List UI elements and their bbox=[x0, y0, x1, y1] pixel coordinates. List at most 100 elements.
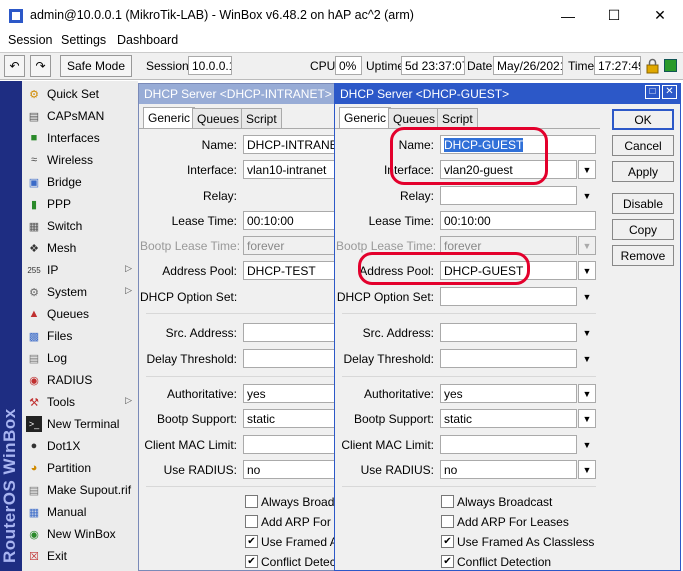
win1-add-arp-checkbox[interactable] bbox=[245, 515, 258, 528]
win2-tab-generic[interactable]: Generic bbox=[339, 107, 392, 129]
redo-button[interactable]: ↷ bbox=[30, 55, 51, 77]
minimize-button[interactable]: — bbox=[545, 0, 591, 31]
win2-lease-time-field[interactable]: 00:10:00 bbox=[440, 211, 596, 230]
switch-icon: ▦ bbox=[28, 220, 40, 233]
sidebar-item-system[interactable]: ⚙ System ▷ bbox=[22, 281, 138, 303]
win2-client-mac-limit-dropdown[interactable]: ▼ bbox=[578, 435, 596, 454]
win2-relay-field[interactable] bbox=[440, 186, 577, 205]
date-label: Date: bbox=[467, 59, 496, 73]
session-label: Session: bbox=[146, 59, 193, 73]
win2-always-broadcast-checkbox[interactable] bbox=[441, 495, 454, 508]
sidebar-item-new-winbox[interactable]: ◉ New WinBox bbox=[22, 523, 138, 545]
win2-relay-dropdown[interactable]: ▼ bbox=[578, 186, 596, 205]
lock-icon bbox=[646, 58, 659, 74]
sidebar-item-partition[interactable]: ◕ Partition bbox=[22, 457, 138, 479]
win2-authoritative-dropdown[interactable]: ▼ bbox=[578, 384, 596, 403]
win2-delay-threshold-dropdown[interactable]: ▼ bbox=[578, 349, 596, 368]
sidebar-item-dot1x[interactable]: ● Dot1X bbox=[22, 435, 138, 457]
sidebar-item-queues[interactable]: ▲ Queues bbox=[22, 303, 138, 325]
win2-restore-button[interactable]: □ bbox=[645, 85, 660, 99]
disable-button[interactable]: Disable bbox=[612, 193, 674, 214]
win1-client-mac-limit-field[interactable] bbox=[243, 435, 335, 454]
cancel-button[interactable]: Cancel bbox=[612, 135, 674, 156]
win2-framed-classless-checkbox[interactable]: ✔ bbox=[441, 535, 454, 548]
win2-address-pool-dropdown[interactable]: ▼ bbox=[578, 261, 596, 280]
win2-bootp-support-dropdown[interactable]: ▼ bbox=[578, 409, 596, 428]
ok-button[interactable]: OK bbox=[612, 109, 674, 130]
win2-dhcp-option-set-dropdown[interactable]: ▼ bbox=[578, 287, 596, 306]
dhcp-intranet-window-title[interactable]: DHCP Server <DHCP-INTRANET> bbox=[139, 84, 337, 104]
win1-framed-classless-checkbox[interactable]: ✔ bbox=[245, 535, 258, 548]
sidebar-item-ppp[interactable]: ▮ PPP bbox=[22, 193, 138, 215]
win1-tab-generic[interactable]: Generic bbox=[143, 107, 196, 129]
win1-conflict-detection-checkbox[interactable]: ✔ bbox=[245, 555, 258, 568]
sidebar-item-new-terminal[interactable]: >_ New Terminal bbox=[22, 413, 138, 435]
remove-button[interactable]: Remove bbox=[612, 245, 674, 266]
date-field: May/26/2021 bbox=[493, 56, 563, 75]
sidebar-item-ip[interactable]: 255 IP ▷ bbox=[22, 259, 138, 281]
win2-tab-queues[interactable]: Queues bbox=[388, 108, 441, 128]
sidebar-item-exit[interactable]: ☒ Exit bbox=[22, 545, 138, 567]
close-button[interactable]: ✕ bbox=[637, 0, 683, 31]
menu-settings[interactable]: Settings bbox=[61, 33, 106, 47]
sidebar-item-wireless[interactable]: ≈ Wireless bbox=[22, 149, 138, 171]
win2-use-radius-dropdown[interactable]: ▼ bbox=[578, 460, 596, 479]
win1-use-radius-field[interactable]: no bbox=[243, 460, 335, 479]
sidebar-item-tools[interactable]: ⚒ Tools ▷ bbox=[22, 391, 138, 413]
win2-authoritative-field[interactable]: yes bbox=[440, 384, 577, 403]
win2-add-arp-checkbox[interactable] bbox=[441, 515, 454, 528]
queues-icon: ▲ bbox=[28, 308, 40, 320]
sidebar-item-manual[interactable]: ▦ Manual bbox=[22, 501, 138, 523]
sidebar-item-radius[interactable]: ◉ RADIUS bbox=[22, 369, 138, 391]
win1-always-broadcast-checkbox[interactable] bbox=[245, 495, 258, 508]
win2-src-address-dropdown[interactable]: ▼ bbox=[578, 323, 596, 342]
submenu-arrow-icon: ▷ bbox=[125, 263, 132, 273]
win2-conflict-detection-checkbox[interactable]: ✔ bbox=[441, 555, 454, 568]
win1-authoritative-field[interactable]: yes bbox=[243, 384, 335, 403]
win1-tab-script[interactable]: Script bbox=[241, 108, 282, 128]
win1-interface-field[interactable]: vlan10-intranet bbox=[243, 160, 335, 179]
win2-interface-dropdown[interactable]: ▼ bbox=[578, 160, 596, 179]
win1-lease-time-field[interactable]: 00:10:00 bbox=[243, 211, 335, 230]
sidebar-item-bridge[interactable]: ▣ Bridge bbox=[22, 171, 138, 193]
win2-lease-time-label: Lease Time: bbox=[368, 214, 434, 228]
win2-client-mac-limit-field[interactable] bbox=[440, 435, 577, 454]
win1-name-field[interactable]: DHCP-INTRANET bbox=[243, 135, 335, 154]
sidebar-item-files[interactable]: ▩ Files bbox=[22, 325, 138, 347]
menu-dashboard[interactable]: Dashboard bbox=[117, 33, 178, 47]
win1-dhcp-option-set-label: DHCP Option Set: bbox=[140, 290, 238, 304]
maximize-button[interactable]: ☐ bbox=[591, 0, 637, 31]
win2-delay-threshold-field[interactable] bbox=[440, 349, 577, 368]
win2-separator bbox=[342, 486, 596, 487]
win1-tab-queues[interactable]: Queues bbox=[192, 108, 245, 128]
session-field[interactable]: 10.0.0.1 bbox=[188, 56, 232, 75]
win1-src-address-field[interactable] bbox=[243, 323, 335, 342]
win2-use-radius-field[interactable]: no bbox=[440, 460, 577, 479]
sidebar-item-interfaces[interactable]: ■ Interfaces bbox=[22, 127, 138, 149]
sidebar-item-make-supout[interactable]: ▤ Make Supout.rif bbox=[22, 479, 138, 501]
menu-session[interactable]: Session bbox=[8, 33, 52, 47]
apply-button[interactable]: Apply bbox=[612, 161, 674, 182]
sidebar-item-log[interactable]: ▤ Log bbox=[22, 347, 138, 369]
supout-icon: ▤ bbox=[28, 484, 40, 497]
win2-tab-script[interactable]: Script bbox=[437, 108, 478, 128]
win1-bootp-support-field[interactable]: static bbox=[243, 409, 335, 428]
sidebar-item-capsman[interactable]: ▤ CAPsMAN bbox=[22, 105, 138, 127]
terminal-icon: >_ bbox=[26, 416, 42, 432]
win2-src-address-field[interactable] bbox=[440, 323, 577, 342]
win2-bootp-support-field[interactable]: static bbox=[440, 409, 577, 428]
sidebar-item-mesh[interactable]: ❖ Mesh bbox=[22, 237, 138, 259]
win1-separator bbox=[146, 486, 335, 487]
safe-mode-button[interactable]: Safe Mode bbox=[60, 55, 132, 77]
sidebar-item-quick-set[interactable]: ⚙ Quick Set bbox=[22, 83, 138, 105]
undo-button[interactable]: ↶ bbox=[4, 55, 25, 77]
win1-delay-threshold-field[interactable] bbox=[243, 349, 335, 368]
win2-dhcp-option-set-field[interactable] bbox=[440, 287, 577, 306]
sidebar-item-switch[interactable]: ▦ Switch bbox=[22, 215, 138, 237]
highlight-address-pool bbox=[358, 252, 530, 285]
copy-button[interactable]: Copy bbox=[612, 219, 674, 240]
win2-close-button[interactable]: ✕ bbox=[662, 85, 677, 99]
win1-address-pool-field[interactable]: DHCP-TEST bbox=[243, 261, 335, 280]
dhcp-guest-window-title[interactable]: DHCP Server <DHCP-GUEST> bbox=[335, 84, 680, 104]
win1-use-radius-label: Use RADIUS: bbox=[163, 463, 237, 477]
